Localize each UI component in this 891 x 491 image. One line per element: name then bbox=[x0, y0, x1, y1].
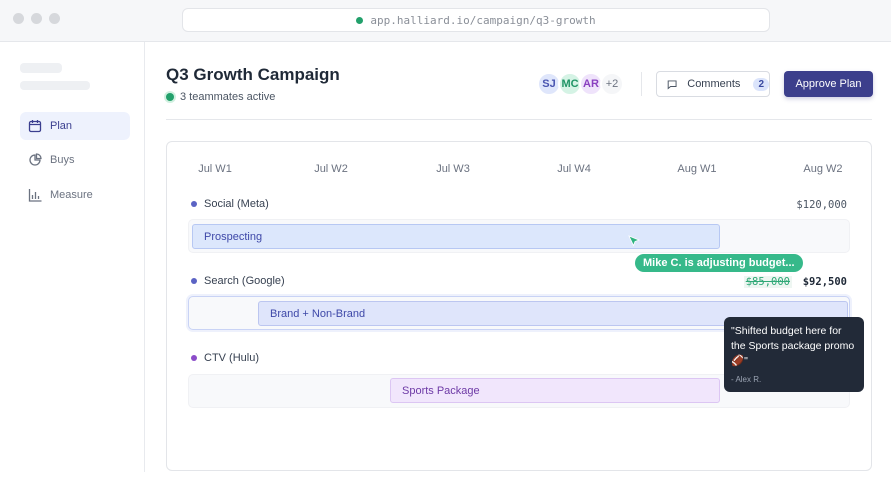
channel-budget[interactable]: $92,500 bbox=[803, 276, 847, 288]
flight-bar-sports[interactable]: Sports Package bbox=[390, 378, 720, 403]
channel-dot-icon bbox=[191, 355, 197, 361]
approve-plan-button[interactable]: Approve Plan bbox=[784, 71, 873, 97]
week-label: Jul W4 bbox=[557, 163, 591, 175]
window-minimize-button[interactable] bbox=[31, 13, 42, 24]
sidebar-item-measure[interactable]: Measure bbox=[20, 181, 130, 209]
window-close-button[interactable] bbox=[13, 13, 24, 24]
sidebar-item-buys[interactable]: Buys bbox=[20, 146, 130, 174]
channel-name: CTV (Hulu) bbox=[204, 352, 260, 364]
week-label: Jul W3 bbox=[436, 163, 470, 175]
online-icon bbox=[166, 93, 174, 101]
bar-chart-icon bbox=[28, 189, 42, 202]
sidebar bbox=[0, 42, 145, 472]
week-label: Jul W1 bbox=[198, 163, 232, 175]
window-maximize-button[interactable] bbox=[49, 13, 60, 24]
channel-label-search: Search (Google) bbox=[191, 275, 285, 287]
week-label: Jul W2 bbox=[314, 163, 348, 175]
url-text: app.halliard.io/campaign/q3-growth bbox=[370, 13, 596, 27]
secure-icon bbox=[356, 16, 364, 24]
page-title: Q3 Growth Campaign bbox=[166, 65, 340, 84]
sidebar-item-plan[interactable]: Plan bbox=[20, 112, 130, 140]
channel-dot-icon bbox=[191, 201, 197, 207]
comments-count-badge: 2 bbox=[753, 77, 769, 91]
logo-placeholder bbox=[20, 63, 62, 73]
channel-dot-icon bbox=[191, 278, 197, 284]
address-bar[interactable]: app.halliard.io/campaign/q3-growth bbox=[182, 8, 770, 32]
week-label: Aug W1 bbox=[677, 163, 717, 175]
comment-text: "Shifted budget here for the Sports pack… bbox=[731, 325, 855, 367]
presence-text: 3 teammates active bbox=[180, 91, 276, 103]
header-divider bbox=[166, 119, 872, 120]
comment-author: - Alex R. bbox=[731, 375, 762, 384]
channel-name: Search (Google) bbox=[204, 275, 285, 287]
presence-status: 3 teammates active bbox=[166, 91, 275, 103]
sidebar-item-label: Buys bbox=[50, 154, 75, 166]
channel-budget[interactable]: $120,000 bbox=[796, 199, 847, 211]
channel-label-ctv: CTV (Hulu) bbox=[191, 352, 259, 364]
cursor-icon bbox=[628, 235, 640, 247]
comment-icon bbox=[667, 79, 677, 89]
more-avatars[interactable]: +2 bbox=[600, 72, 624, 96]
flight-bar-prospecting[interactable]: Prospecting bbox=[192, 224, 720, 249]
collaborator-cursor-tag: Mike C. is adjusting budget... bbox=[635, 254, 803, 272]
channel-name: Social (Meta) bbox=[204, 198, 269, 210]
comments-button[interactable]: Comments 2 bbox=[656, 71, 770, 97]
channel-label-social: Social (Meta) bbox=[191, 198, 269, 210]
pie-chart-icon bbox=[29, 153, 42, 166]
workspace-placeholder bbox=[20, 81, 90, 90]
divider bbox=[641, 72, 642, 96]
sidebar-item-label: Plan bbox=[50, 120, 73, 132]
previous-budget: $85,000 bbox=[743, 276, 792, 288]
week-label: Aug W2 bbox=[803, 163, 843, 175]
comments-label: Comments bbox=[687, 78, 741, 90]
sidebar-item-label: Measure bbox=[50, 189, 93, 201]
calendar-icon bbox=[28, 120, 42, 133]
comment-popover: "Shifted budget here for the Sports pack… bbox=[724, 317, 864, 392]
